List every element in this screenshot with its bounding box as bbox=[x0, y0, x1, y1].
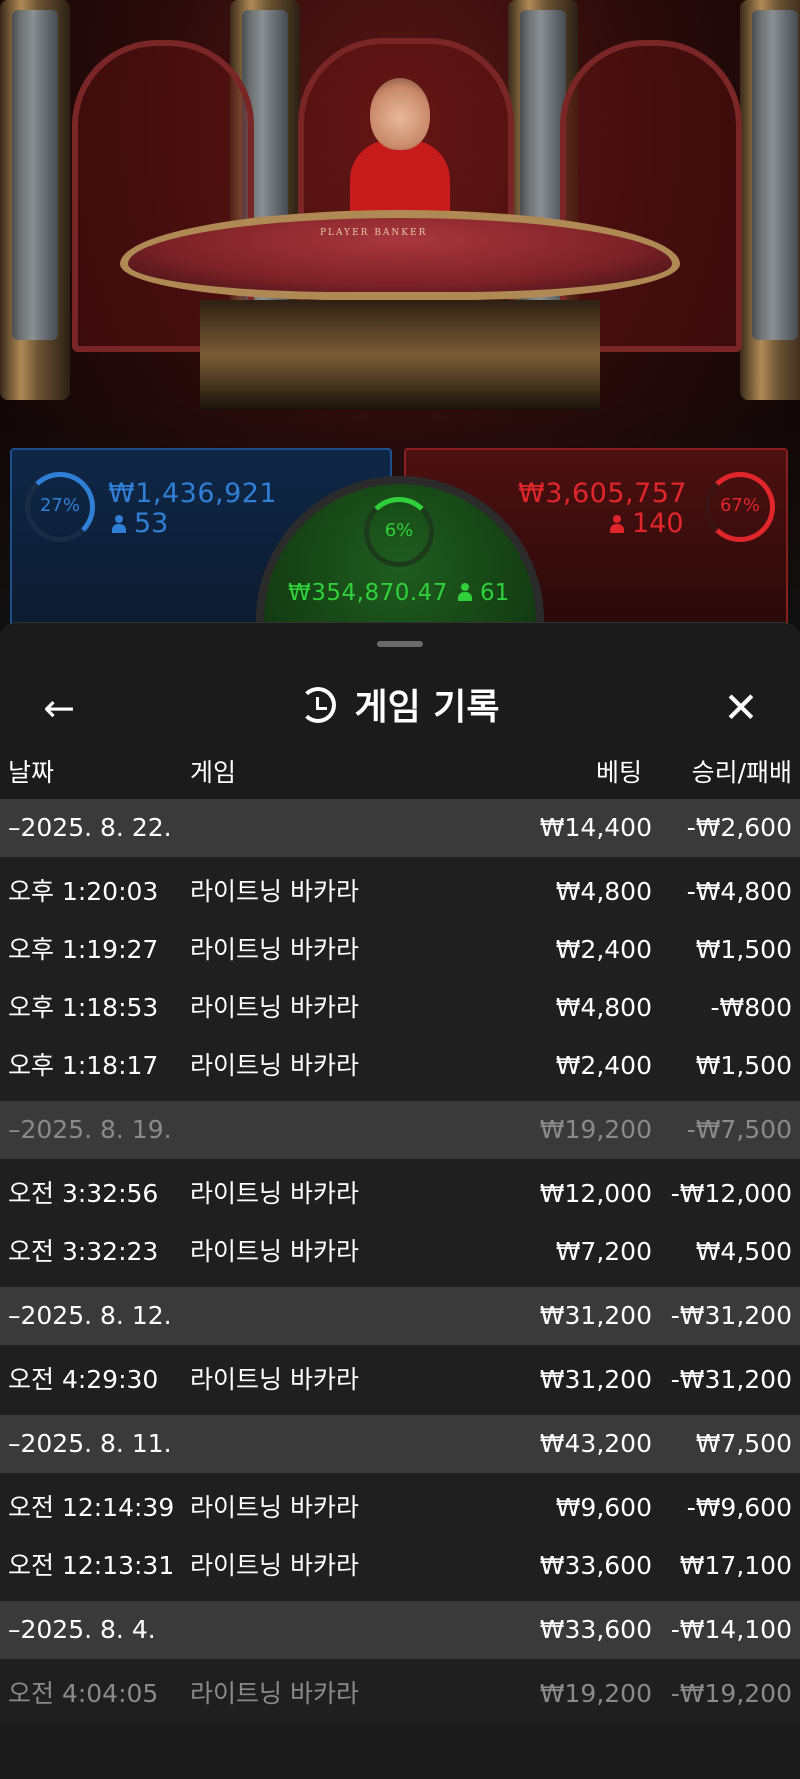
tie-percent: 6% bbox=[384, 520, 414, 541]
history-list: –2025. 8. 22. ₩14,400 -₩2,600 오후 1:20:03… bbox=[0, 799, 800, 1723]
sheet-header: ← 게임 기록 ✕ bbox=[0, 663, 800, 753]
history-row[interactable]: 오후 1:18:17 라이트닝 바카라 ₩2,400 ₩1,500 bbox=[0, 1037, 800, 1095]
history-row[interactable]: 오후 1:20:03 라이트닝 바카라 ₩4,800 -₩4,800 bbox=[0, 863, 800, 921]
banker-bet-total: ₩3,605,757 bbox=[518, 478, 688, 509]
column-result: 승리/패배 bbox=[691, 758, 792, 787]
date-group-row[interactable]: –2025. 8. 19. ₩19,200 -₩7,500 bbox=[0, 1101, 800, 1159]
history-row[interactable]: 오후 1:18:53 라이트닝 바카라 ₩4,800 -₩800 bbox=[0, 979, 800, 1037]
dealer-body bbox=[350, 140, 450, 220]
column-headers: 날짜 게임 베팅 승리/패배 bbox=[0, 753, 800, 793]
pillar-right-outer bbox=[740, 0, 800, 400]
sheet-drag-handle[interactable] bbox=[377, 641, 423, 647]
date-group-row[interactable]: –2025. 8. 11. ₩43,200 ₩7,500 bbox=[0, 1415, 800, 1473]
history-row[interactable]: 오전 3:32:56 라이트닝 바카라 ₩12,000 -₩12,000 bbox=[0, 1165, 800, 1223]
close-icon: ✕ bbox=[723, 683, 759, 732]
history-row[interactable]: 오전 12:13:31 라이트닝 바카라 ₩33,600 ₩17,100 bbox=[0, 1537, 800, 1595]
table-label: PLAYER BANKER bbox=[320, 228, 428, 238]
person-icon bbox=[610, 515, 624, 533]
dealer-head bbox=[370, 78, 430, 150]
date-group-row[interactable]: –2025. 8. 4. ₩33,600 -₩14,100 bbox=[0, 1601, 800, 1659]
game-history-sheet: ← 게임 기록 ✕ 날짜 게임 베팅 승리/패배 –2025. 8. 22. ₩… bbox=[0, 622, 800, 1779]
tie-bet-total: ₩354,870.47 bbox=[288, 580, 448, 606]
date-group-row[interactable]: –2025. 8. 22. ₩14,400 -₩2,600 bbox=[0, 799, 800, 857]
history-row[interactable]: 오후 1:19:27 라이트닝 바카라 ₩2,400 ₩1,500 bbox=[0, 921, 800, 979]
person-icon bbox=[112, 515, 126, 533]
sheet-title: 게임 기록 bbox=[0, 685, 800, 731]
close-button[interactable]: ✕ bbox=[718, 685, 764, 731]
date-group-row[interactable]: –2025. 8. 12. ₩31,200 -₩31,200 bbox=[0, 1287, 800, 1345]
column-game: 게임 bbox=[190, 758, 237, 787]
banker-percent: 67% bbox=[719, 495, 760, 516]
player-bet-total: ₩1,436,921 bbox=[108, 478, 278, 509]
table-base bbox=[200, 300, 600, 410]
pillar-left-outer bbox=[0, 0, 70, 400]
column-date: 날짜 bbox=[8, 758, 55, 787]
person-icon bbox=[458, 583, 472, 601]
history-row[interactable]: 오전 12:14:39 라이트닝 바카라 ₩9,600 -₩9,600 bbox=[0, 1479, 800, 1537]
player-percent: 27% bbox=[39, 495, 80, 516]
history-row[interactable]: 오전 4:29:30 라이트닝 바카라 ₩31,200 -₩31,200 bbox=[0, 1351, 800, 1409]
column-bet: 베팅 bbox=[595, 758, 642, 787]
history-row[interactable]: 오전 3:32:23 라이트닝 바카라 ₩7,200 ₩4,500 bbox=[0, 1223, 800, 1281]
banker-count: 140 bbox=[610, 508, 684, 539]
tie-count: 61 bbox=[458, 580, 509, 606]
player-count: 53 bbox=[112, 508, 168, 539]
history-icon bbox=[300, 687, 337, 723]
